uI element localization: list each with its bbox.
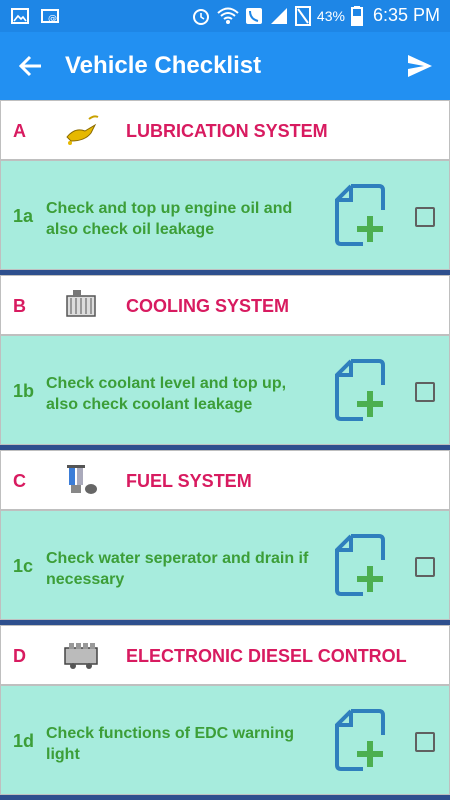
- item-text: Check water seperator and drain if neces…: [46, 550, 309, 588]
- section-header-fuel: C FUEL SYSTEM: [0, 450, 450, 510]
- section-title: COOLING SYSTEM: [126, 296, 290, 316]
- item-checkbox[interactable]: [415, 207, 435, 227]
- add-file-icon[interactable]: [333, 182, 391, 248]
- section-header-cooling: B COOLING SYSTEM: [0, 275, 450, 335]
- checklist-item-1a: 1a Check and top up engine oil and also …: [0, 160, 450, 270]
- checklist-item-1d: 1d Check functions of EDC warning light: [0, 685, 450, 795]
- signal-icon: [270, 7, 287, 24]
- section-header-edc: D ELECTRONIC DIESEL CONTROL: [0, 625, 450, 685]
- section-letter: D: [13, 646, 26, 666]
- item-number: 1c: [13, 556, 34, 576]
- alarm-icon: [192, 8, 209, 25]
- item-checkbox[interactable]: [415, 557, 435, 577]
- radiator-icon: [66, 290, 96, 317]
- fuel-filter-icon: [67, 465, 97, 494]
- checklist: A LUBRICATION SYSTEM 1a Check and top up…: [0, 100, 450, 800]
- item-checkbox[interactable]: [415, 382, 435, 402]
- item-number: 1a: [13, 206, 34, 226]
- oil-can-icon: [66, 115, 99, 145]
- phone-icon: [245, 7, 262, 24]
- section-title: FUEL SYSTEM: [126, 471, 252, 491]
- add-file-icon[interactable]: [333, 357, 391, 423]
- section-letter: C: [13, 471, 26, 491]
- item-text: Check coolant level and top up, also che…: [46, 375, 287, 413]
- add-file-icon[interactable]: [333, 532, 391, 598]
- engine-icon: [64, 643, 98, 669]
- back-arrow-icon[interactable]: [18, 53, 44, 79]
- no-sim-icon: [294, 5, 311, 26]
- item-number: 1b: [13, 381, 35, 401]
- battery-icon: [350, 5, 363, 26]
- app-bar: Vehicle Checklist: [0, 32, 450, 100]
- gallery-icon: [11, 8, 29, 24]
- checklist-item-1c: 1c Check water seperator and drain if ne…: [0, 510, 450, 620]
- item-text: Check functions of EDC warning light: [46, 725, 295, 763]
- section-header-lubrication: A LUBRICATION SYSTEM: [0, 100, 450, 160]
- section-letter: B: [13, 296, 26, 316]
- battery-percent: 43%: [316, 7, 345, 24]
- item-number: 1d: [13, 731, 35, 751]
- item-text: Check and top up engine oil and also che…: [46, 200, 293, 238]
- clock: 6:35 PM: [372, 5, 440, 25]
- section-title: LUBRICATION SYSTEM: [126, 121, 328, 141]
- svg-text:@: @: [48, 14, 57, 24]
- status-bar: @ 43% 6:35 PM: [0, 0, 450, 32]
- email-icon: @: [41, 9, 59, 24]
- add-file-icon[interactable]: [333, 707, 391, 773]
- section-title: ELECTRONIC DIESEL CONTROL: [126, 646, 407, 666]
- wifi-icon: [217, 7, 239, 24]
- item-checkbox[interactable]: [415, 732, 435, 752]
- send-icon[interactable]: [406, 52, 434, 80]
- section-letter: A: [13, 121, 26, 141]
- checklist-item-1b: 1b Check coolant level and top up, also …: [0, 335, 450, 445]
- page-title: Vehicle Checklist: [65, 52, 262, 79]
